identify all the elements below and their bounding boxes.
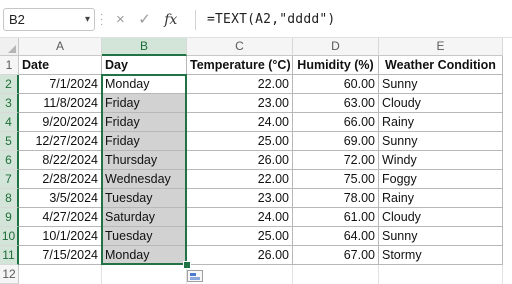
cell-temperature[interactable]: 26.00 — [187, 151, 293, 170]
cell-day[interactable]: Saturday — [102, 208, 187, 227]
fill-handle[interactable] — [183, 261, 191, 269]
name-box[interactable]: B2 ▾ — [3, 8, 95, 31]
cell-weather[interactable]: Rainy — [379, 113, 503, 132]
column-header-e[interactable]: E — [379, 38, 503, 56]
cell-temperature[interactable]: 24.00 — [187, 208, 293, 227]
cell-weather[interactable]: Sunny — [379, 132, 503, 151]
header-cell-humidity[interactable]: Humidity (%) — [293, 56, 379, 75]
cell-date[interactable]: 7/15/2024 — [19, 246, 102, 265]
chevron-down-icon[interactable]: ▾ — [85, 9, 90, 30]
cell-humidity[interactable]: 72.00 — [293, 151, 379, 170]
cell-humidity[interactable]: 60.00 — [293, 75, 379, 94]
cell-weather[interactable]: Sunny — [379, 75, 503, 94]
cell-weather[interactable]: Foggy — [379, 170, 503, 189]
name-box-value: B2 — [9, 12, 25, 27]
formula-bar-divider — [195, 10, 196, 30]
cell-date[interactable]: 11/8/2024 — [19, 94, 102, 113]
row-header-12[interactable]: 12 — [0, 265, 19, 284]
column-header-d[interactable]: D — [293, 38, 379, 56]
cell-date[interactable]: 3/5/2024 — [19, 189, 102, 208]
cell-date[interactable]: 4/27/2024 — [19, 208, 102, 227]
cell-temperature[interactable]: 24.00 — [187, 113, 293, 132]
cell-temperature[interactable]: 26.00 — [187, 246, 293, 265]
header-cell-date[interactable]: Date — [19, 56, 102, 75]
row-header-3[interactable]: 3 — [0, 94, 19, 113]
empty-cell[interactable] — [379, 265, 503, 284]
cell-humidity[interactable]: 78.00 — [293, 189, 379, 208]
cell-temperature[interactable]: 23.00 — [187, 189, 293, 208]
header-cell-temperature[interactable]: Temperature (°C) — [187, 56, 293, 75]
formula-input[interactable]: =TEXT(A2,"dddd") — [207, 10, 335, 30]
cell-day[interactable]: Tuesday — [102, 189, 187, 208]
more-options-icon: · · · — [100, 9, 104, 30]
cell-day[interactable]: Thursday — [102, 151, 187, 170]
cell-date[interactable]: 2/28/2024 — [19, 170, 102, 189]
cell-temperature[interactable]: 23.00 — [187, 94, 293, 113]
column-header-a[interactable]: A — [19, 38, 102, 56]
cell-humidity[interactable]: 67.00 — [293, 246, 379, 265]
row-header-6[interactable]: 6 — [0, 151, 19, 170]
cell-weather[interactable]: Sunny — [379, 227, 503, 246]
cell-day[interactable]: Wednesday — [102, 170, 187, 189]
select-all-button[interactable] — [0, 38, 19, 56]
cell-day[interactable]: Friday — [102, 132, 187, 151]
cell-humidity[interactable]: 75.00 — [293, 170, 379, 189]
header-cell-day[interactable]: Day — [102, 56, 187, 75]
cell-temperature[interactable]: 25.00 — [187, 227, 293, 246]
row-header-7[interactable]: 7 — [0, 170, 19, 189]
cell-humidity[interactable]: 66.00 — [293, 113, 379, 132]
empty-cell[interactable] — [293, 265, 379, 284]
row-header-8[interactable]: 8 — [0, 189, 19, 208]
cell-day[interactable]: Friday — [102, 94, 187, 113]
cell-humidity[interactable]: 61.00 — [293, 208, 379, 227]
cell-date[interactable]: 7/1/2024 — [19, 75, 102, 94]
cell-temperature[interactable]: 22.00 — [187, 75, 293, 94]
column-header-c[interactable]: C — [187, 38, 293, 56]
row-header-11[interactable]: 11 — [0, 246, 19, 265]
row-header-2[interactable]: 2 — [0, 75, 19, 94]
cell-weather[interactable]: Cloudy — [379, 94, 503, 113]
cell-date[interactable]: 10/1/2024 — [19, 227, 102, 246]
cell-weather[interactable]: Cloudy — [379, 208, 503, 227]
cell-date[interactable]: 12/27/2024 — [19, 132, 102, 151]
insert-function-icon[interactable]: fx — [164, 9, 177, 31]
header-cell-weather[interactable]: Weather Condition — [379, 56, 503, 75]
cell-date[interactable]: 9/20/2024 — [19, 113, 102, 132]
cell-day[interactable]: Tuesday — [102, 227, 187, 246]
cell-day[interactable]: Friday — [102, 113, 187, 132]
cancel-icon[interactable]: × — [116, 9, 125, 31]
cell-temperature[interactable]: 25.00 — [187, 132, 293, 151]
cell-day[interactable]: Monday — [102, 75, 187, 94]
column-header-b[interactable]: B — [102, 38, 187, 56]
cell-humidity[interactable]: 69.00 — [293, 132, 379, 151]
cell-date[interactable]: 8/22/2024 — [19, 151, 102, 170]
row-header-5[interactable]: 5 — [0, 132, 19, 151]
cell-humidity[interactable]: 63.00 — [293, 94, 379, 113]
enter-icon[interactable]: ✓ — [138, 9, 151, 31]
cell-weather[interactable]: Stormy — [379, 246, 503, 265]
empty-cell[interactable] — [19, 265, 102, 284]
row-header-4[interactable]: 4 — [0, 113, 19, 132]
cell-humidity[interactable]: 64.00 — [293, 227, 379, 246]
cell-weather[interactable]: Rainy — [379, 189, 503, 208]
empty-cell[interactable] — [102, 265, 187, 284]
quick-analysis-icon[interactable] — [187, 270, 203, 282]
formula-bar: B2 ▾ · · · × ✓ fx =TEXT(A2,"dddd") — [0, 0, 512, 38]
row-header-10[interactable]: 10 — [0, 227, 19, 246]
row-header-9[interactable]: 9 — [0, 208, 19, 227]
cell-temperature[interactable]: 22.00 — [187, 170, 293, 189]
cell-weather[interactable]: Windy — [379, 151, 503, 170]
row-header-1[interactable]: 1 — [0, 56, 19, 75]
cell-day[interactable]: Monday — [102, 246, 187, 265]
